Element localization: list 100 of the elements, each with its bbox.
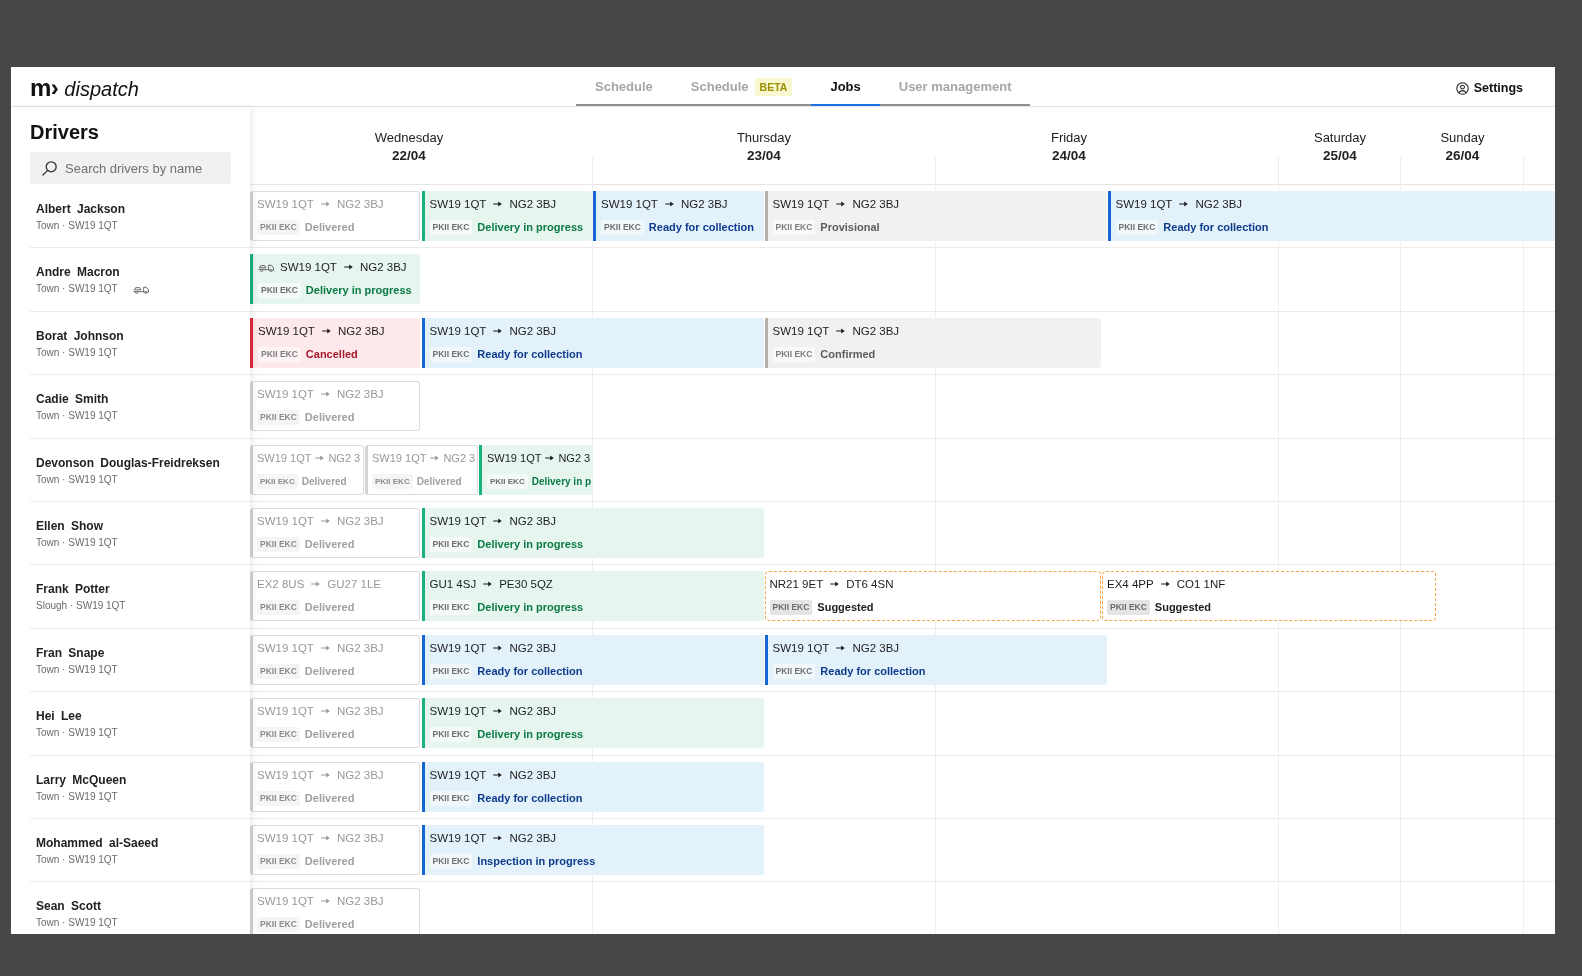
driver-name: Mohammed al-Saeed: [36, 835, 159, 850]
registration-tag: PKII EKC: [772, 663, 816, 679]
job-card[interactable]: SW19 1QT NG2 3BJ PKII EKC Provisional: [764, 191, 1106, 241]
job-status: Delivered: [304, 917, 355, 933]
job-card[interactable]: NR21 9ET DT6 4SN PKII EKC Suggested: [764, 571, 1101, 622]
destination-postcode: NG2 3: [328, 450, 361, 466]
arrow-right-icon: [493, 708, 503, 715]
registration-tag: PKII EKC: [257, 790, 300, 806]
job-card[interactable]: SW19 1QT NG2 3BJ PKII EKC Delivery in progress: [421, 507, 764, 558]
arrow-right-icon: [430, 454, 440, 461]
job-card[interactable]: SW19 1QT NG2 3BJ PKII EKC Ready for collection: [1107, 191, 1555, 241]
origin-postcode: SW19 1QT: [257, 197, 314, 212]
job-card[interactable]: SW19 1QT NG2 3BJ PKII EKC Cancelled: [250, 317, 420, 368]
destination-postcode: NG2 3BJ: [852, 197, 900, 212]
job-card[interactable]: SW19 1QT NG2 3BJ PKII EKC Confirmed: [764, 317, 1101, 368]
driver-name: Frank Potter: [36, 582, 110, 597]
registration-tag: PKII EKC: [257, 663, 300, 679]
origin-postcode: EX4 4PP: [1107, 576, 1154, 592]
destination-postcode: NG2 3BJ: [336, 830, 384, 846]
registration-tag: PKII EKC: [429, 220, 473, 235]
job-card[interactable]: SW19 1QT NG2 3 PKII EKC Delivery in p: [479, 444, 593, 495]
job-card[interactable]: SW19 1QT NG2 3BJ PKII EKC Ready for collection: [764, 634, 1107, 685]
driver-name: Fran Snape: [36, 645, 105, 660]
job-card[interactable]: SW19 1QT NG2 3BJ PKII EKC Delivery in progress: [250, 254, 420, 305]
origin-postcode: SW19 1QT: [429, 640, 487, 656]
destination-postcode: NG2 3BJ: [337, 323, 385, 339]
job-status: Delivered: [301, 474, 347, 489]
registration-tag: PKII EKC: [429, 663, 473, 679]
arrow-right-icon: [343, 264, 353, 271]
arrow-right-icon: [836, 644, 846, 651]
registration-tag: PKII EKC: [601, 220, 644, 235]
arrow-right-icon: [320, 644, 330, 651]
arrow-right-icon: [493, 327, 503, 334]
job-status: Delivered: [304, 727, 355, 743]
job-card[interactable]: SW19 1QT NG2 3BJ PKII EKC Delivery in progress: [421, 191, 592, 241]
job-status: Confirmed: [820, 346, 876, 362]
settings-button[interactable]: Settings: [1455, 78, 1523, 98]
origin-postcode: SW19 1QT: [257, 894, 314, 910]
job-card[interactable]: EX4 4PP CO1 1NF PKII EKC Suggested: [1102, 571, 1436, 622]
destination-postcode: NG2 3BJ: [509, 767, 557, 783]
arrow-right-icon: [1179, 201, 1189, 207]
job-status: Delivery in p: [531, 474, 592, 489]
origin-postcode: SW19 1QT: [257, 830, 314, 846]
registration-tag: PKII EKC: [257, 917, 300, 933]
job-status: Provisional: [820, 220, 880, 235]
day-name: Sunday: [1440, 129, 1485, 147]
job-card[interactable]: GU1 4SJ PE30 5QZ PKII EKC Delivery in progress: [421, 571, 764, 622]
destination-postcode: NG2 3BJ: [509, 323, 557, 339]
nav-tab[interactable]: Jobs: [811, 70, 880, 106]
registration-tag: PKII EKC: [772, 346, 816, 362]
job-status: Cancelled: [305, 346, 358, 362]
app-logo: m› dispatch: [30, 76, 139, 100]
registration-tag: PKII EKC: [257, 853, 300, 869]
driver-name: Sean Scott: [36, 899, 101, 914]
driver-name: Borat Johnson: [36, 328, 124, 343]
registration-tag: PKII EKC: [257, 410, 300, 426]
origin-postcode: SW19 1QT: [429, 513, 487, 529]
origin-postcode: SW19 1QT: [429, 830, 487, 846]
destination-postcode: DT6 4SN: [846, 576, 894, 592]
destination-postcode: NG2 3BJ: [509, 640, 557, 656]
arrow-right-icon: [320, 391, 330, 398]
job-card[interactable]: SW19 1QT NG2 3BJ PKII EKC Delivery in progress: [421, 698, 764, 749]
driver-location: Town · SW19 1QT: [36, 536, 118, 549]
destination-postcode: NG2 3BJ: [336, 197, 384, 212]
user-circle-icon: [1455, 81, 1469, 95]
origin-postcode: SW19 1QT: [429, 323, 487, 339]
arrow-right-icon: [836, 327, 846, 334]
destination-postcode: PE30 5QZ: [499, 577, 553, 593]
arrow-right-icon: [493, 644, 503, 651]
search-field[interactable]: Search drivers by name: [30, 152, 231, 184]
job-card[interactable]: SW19 1QT NG2 3BJ PKII EKC Ready for collection: [421, 317, 764, 368]
registration-tag: PKII EKC: [429, 727, 473, 743]
destination-postcode: NG2 3BJ: [852, 323, 900, 339]
job-status: Delivered: [304, 220, 355, 235]
arrow-right-icon: [320, 834, 330, 841]
destination-postcode: NG2 3: [558, 450, 591, 466]
job-status: Ready for collection: [477, 663, 583, 679]
day-date: 24/04: [1052, 147, 1086, 165]
destination-postcode: NG2 3BJ: [1195, 197, 1243, 212]
job-status: Delivered: [416, 474, 462, 489]
arrow-right-icon: [493, 771, 503, 778]
day-date: 22/04: [392, 147, 426, 165]
job-card[interactable]: SW19 1QT NG2 3BJ PKII EKC Inspection in progress: [421, 824, 764, 875]
search-icon: [42, 161, 57, 176]
destination-postcode: NG2 3BJ: [509, 513, 557, 529]
origin-postcode: SW19 1QT: [772, 197, 830, 212]
job-status: Delivered: [304, 663, 355, 679]
job-card[interactable]: SW19 1QT NG2 3BJ PKII EKC Ready for collection: [421, 634, 764, 685]
origin-postcode: SW19 1QT: [429, 197, 487, 212]
registration-tag: PKII EKC: [769, 599, 813, 615]
arrow-right-icon: [321, 327, 331, 334]
day-date: 23/04: [747, 147, 781, 165]
job-status: Ready for collection: [477, 346, 583, 362]
job-status: Delivery in progress: [477, 600, 584, 616]
job-card[interactable]: SW19 1QT NG2 3BJ PKII EKC Ready for collection: [593, 191, 764, 241]
arrow-right-icon: [320, 708, 330, 715]
job-status: Ready for collection: [820, 663, 926, 679]
day-name: Wednesday: [374, 129, 444, 147]
arrow-right-icon: [320, 771, 330, 778]
job-card[interactable]: SW19 1QT NG2 3BJ PKII EKC Ready for collection: [421, 761, 764, 812]
